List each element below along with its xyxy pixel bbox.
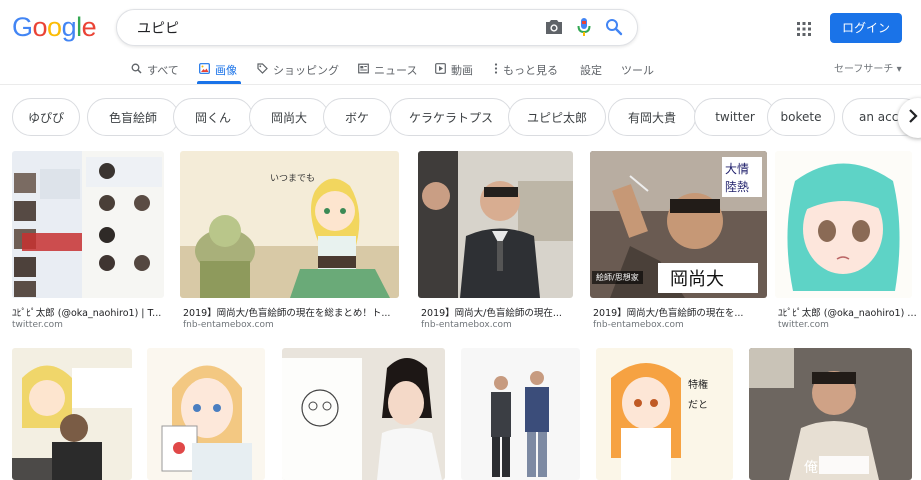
tab-videos[interactable]: 動画 — [435, 58, 473, 82]
result-source: fnb-entamebox.com — [421, 320, 512, 330]
chevron-right-icon — [908, 108, 918, 128]
chip[interactable]: ボケ — [323, 98, 391, 136]
tab-label: もっと見る — [503, 64, 558, 77]
svg-text:陸熱: 陸熱 — [725, 180, 749, 194]
tab-label: すべて — [147, 64, 179, 77]
result-image[interactable]: 俺 — [749, 348, 912, 480]
search-tabs: すべて 画像 ショッピング ニュース 動画 もっと見る 設定 ツール — [0, 56, 921, 84]
google-logo[interactable]: Google — [12, 12, 97, 43]
logo-letter-e: e — [81, 12, 97, 42]
safesearch-dropdown[interactable]: セーフサーチ ▾ — [834, 60, 902, 75]
result-image[interactable] — [12, 348, 132, 480]
tag-icon — [257, 63, 268, 77]
result-caption[interactable]: ﾕﾋﾟﾋﾟ太郎 (@oka_naohiro1) | T... — [778, 305, 918, 319]
tab-label: 動画 — [451, 64, 473, 77]
result-caption[interactable]: 2019】岡尚大/色盲絵師の現在を総まとめ！ト... — [183, 305, 399, 319]
result-image[interactable] — [775, 151, 912, 298]
chip[interactable]: ケラケラトプス — [390, 98, 512, 136]
result-image[interactable] — [12, 151, 164, 298]
chip[interactable]: 色盲絵師 — [87, 98, 179, 136]
result-image[interactable]: 特権 だと — [596, 348, 733, 480]
search-box — [116, 9, 638, 46]
tab-label: ツール — [621, 64, 654, 77]
chip[interactable]: twitter — [694, 98, 776, 136]
more-vert-icon — [494, 63, 498, 77]
result-image[interactable] — [461, 348, 580, 480]
tab-shopping[interactable]: ショッピング — [257, 58, 339, 82]
result-image[interactable] — [147, 348, 265, 480]
tab-images[interactable]: 画像 — [199, 58, 237, 82]
image-overlay-label: 絵師/思想家 — [592, 271, 643, 284]
tab-label: 画像 — [215, 64, 237, 77]
apps-grid-icon[interactable] — [797, 21, 811, 40]
result-caption[interactable]: ﾕﾋﾟﾋﾟ太郎 (@oka_naohiro1) | T... — [12, 305, 167, 319]
result-image[interactable]: 大情 陸熱 岡尚大 絵師/思想家 — [590, 151, 767, 298]
svg-text:俺: 俺 — [804, 460, 818, 476]
microphone-icon[interactable] — [577, 17, 591, 37]
tab-all[interactable]: すべて — [131, 58, 179, 82]
svg-text:大情: 大情 — [725, 162, 749, 176]
chip[interactable]: bokete — [767, 98, 835, 136]
image-icon — [199, 63, 210, 77]
result-image[interactable] — [418, 151, 573, 298]
chip[interactable]: 有岡大貴 — [608, 98, 696, 136]
divider — [0, 84, 921, 85]
result-source: twitter.com — [778, 320, 829, 330]
header: Google ログイン — [0, 0, 921, 56]
result-source: fnb-entamebox.com — [183, 320, 274, 330]
logo-letter-o2: o — [47, 12, 62, 42]
svg-text:だと: だと — [688, 399, 708, 411]
logo-letter-g2: g — [61, 12, 77, 42]
result-image[interactable] — [282, 348, 445, 480]
result-image[interactable]: いつまでも — [180, 151, 399, 298]
safesearch-label: セーフサーチ — [834, 64, 894, 75]
tab-news[interactable]: ニュース — [358, 58, 417, 82]
result-caption[interactable]: 2019】岡尚大/色盲絵師の現在... — [421, 305, 573, 319]
logo-letter-g: G — [12, 12, 33, 42]
result-source: twitter.com — [12, 320, 63, 330]
search-icon[interactable] — [605, 18, 623, 36]
tab-label: ショッピング — [273, 64, 339, 77]
result-source: fnb-entamebox.com — [593, 320, 684, 330]
chip[interactable]: 岡尚大 — [249, 98, 329, 136]
tab-label: 設定 — [580, 64, 602, 77]
tab-more[interactable]: もっと見る — [494, 58, 558, 82]
search-icon — [131, 63, 142, 77]
login-button[interactable]: ログイン — [830, 13, 902, 43]
result-caption[interactable]: 2019】岡尚大/色盲絵師の現在を... — [593, 305, 767, 319]
related-search-chips: ゆぴぴ 色盲絵師 岡くん 岡尚大 ボケ ケラケラトプス ユピピ太郎 有岡大貴 t… — [12, 98, 921, 136]
dropdown-arrow-icon: ▾ — [896, 64, 902, 75]
svg-text:岡尚大: 岡尚大 — [670, 269, 724, 290]
tab-label: ニュース — [374, 64, 418, 77]
search-input[interactable] — [137, 17, 527, 39]
chip[interactable]: 岡くん — [173, 98, 253, 136]
svg-text:特権: 特権 — [688, 378, 708, 391]
svg-text:いつまでも: いつまでも — [270, 173, 315, 184]
news-icon — [358, 63, 369, 77]
play-icon — [435, 63, 446, 77]
chip[interactable]: ユピピ太郎 — [508, 98, 606, 136]
chip[interactable]: ゆぴぴ — [12, 98, 80, 136]
logo-letter-o1: o — [32, 12, 48, 42]
tab-settings[interactable]: 設定 — [580, 58, 602, 82]
tab-tools[interactable]: ツール — [621, 58, 654, 82]
camera-icon[interactable] — [545, 19, 563, 35]
